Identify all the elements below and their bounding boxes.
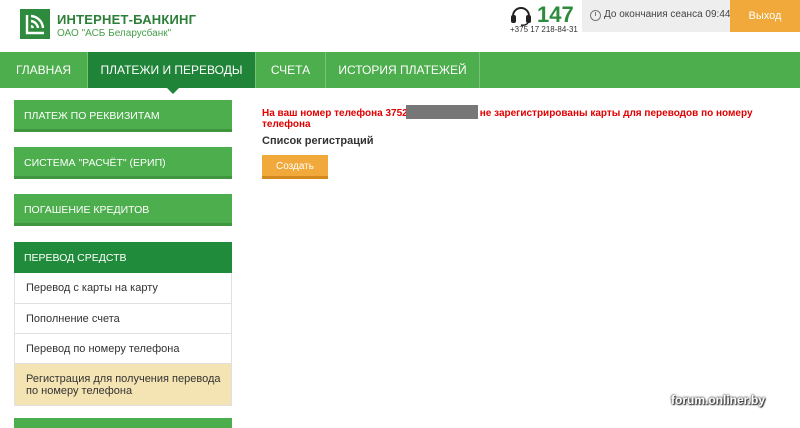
clock-icon: [590, 10, 601, 21]
sidebar-subitem-card-to-card[interactable]: Перевод с карты на карту: [14, 273, 232, 304]
brand-subtitle: ОАО "АСБ Беларусбанк": [57, 28, 172, 39]
main-nav: ГЛАВНАЯ ПЛАТЕЖИ И ПЕРЕВОДЫ СЧЕТА ИСТОРИЯ…: [0, 52, 800, 88]
watermark: forum.onliner.by: [671, 393, 766, 407]
logout-button[interactable]: Выход: [730, 0, 800, 32]
sidebar-subitem-account-topup[interactable]: Пополнение счета: [14, 304, 232, 334]
error-message-prefix: На ваш номер телефона 3752: [262, 108, 408, 119]
error-message: На ваш номер телефона 3752 не зарегистрир…: [262, 105, 762, 130]
logo-icon: [20, 9, 50, 39]
phone-long-number[interactable]: +375 17 218-84-31: [510, 25, 578, 34]
session-timer-text: До окончания сеанса 09:44: [604, 9, 731, 20]
sidebar-item-erip[interactable]: СИСТЕМА "РАСЧЁТ" (ЕРИП): [14, 147, 232, 179]
active-nav-indicator: [167, 88, 179, 94]
nav-item-payments[interactable]: ПЛАТЕЖИ И ПЕРЕВОДЫ: [88, 52, 256, 88]
sidebar-item-next[interactable]: [14, 418, 232, 428]
sidebar-item-funds-transfer[interactable]: ПЕРЕВОД СРЕДСТВ: [14, 242, 232, 273]
redacted-phone: [405, 105, 478, 119]
brand-title: ИНТЕРНЕТ-БАНКИНГ: [57, 12, 197, 27]
nav-item-accounts[interactable]: СЧЕТА: [256, 52, 326, 88]
sidebar-subitem-phone-registration[interactable]: Регистрация для получения перевода по но…: [14, 364, 232, 406]
sidebar-subitem-transfer-by-phone[interactable]: Перевод по номеру телефона: [14, 334, 232, 364]
sidebar-item-payment-by-details[interactable]: ПЛАТЕЖ ПО РЕКВИЗИТАМ: [14, 100, 232, 132]
nav-item-home[interactable]: ГЛАВНАЯ: [0, 52, 88, 88]
registrations-list-title: Список регистраций: [262, 135, 374, 147]
header: ИНТЕРНЕТ-БАНКИНГ ОАО "АСБ Беларусбанк" 1…: [0, 0, 800, 52]
sidebar-item-loan-repayment[interactable]: ПОГАШЕНИЕ КРЕДИТОВ: [14, 194, 232, 226]
nav-item-history[interactable]: ИСТОРИЯ ПЛАТЕЖЕЙ: [326, 52, 480, 88]
create-button[interactable]: Создать: [262, 155, 328, 179]
headset-icon: [509, 4, 533, 26]
